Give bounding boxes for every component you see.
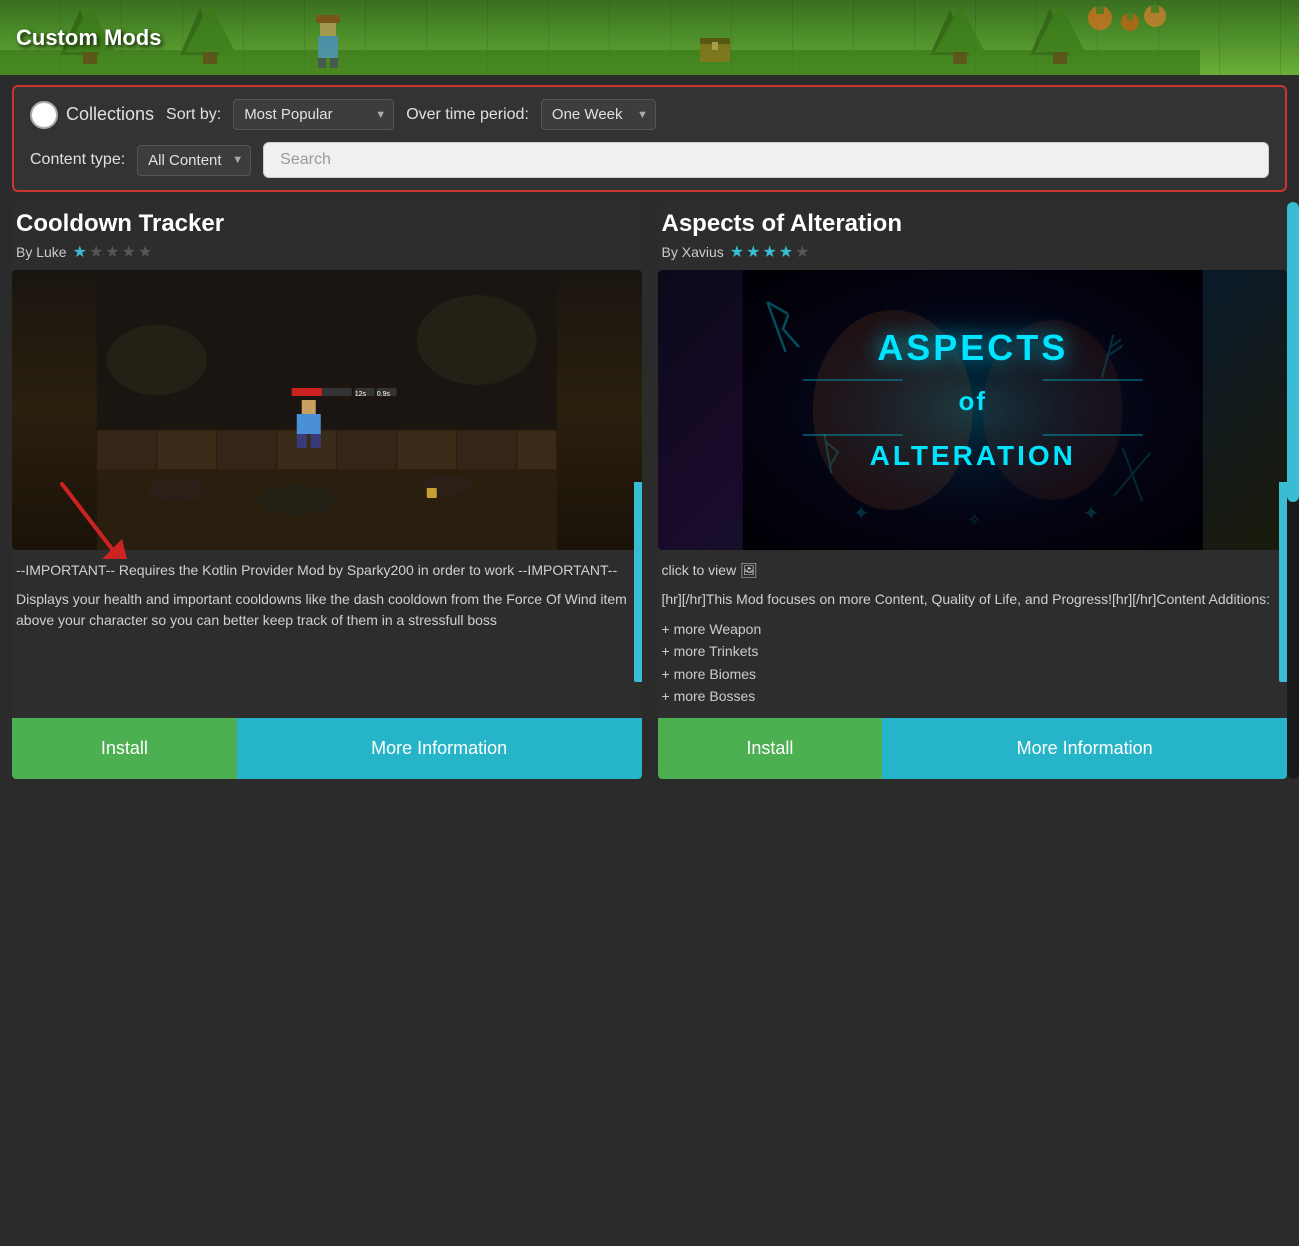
- search-input[interactable]: [263, 142, 1269, 178]
- card-buttons-cooldown: Install More Information: [12, 718, 642, 779]
- star-a3: ★: [762, 242, 776, 262]
- content-type-label: Content type:: [30, 151, 125, 169]
- scrollbar-thumb[interactable]: [1287, 202, 1299, 502]
- time-period-select-wrapper[interactable]: One Week One Month All Time: [541, 99, 656, 130]
- mod-author-text-cooldown: By Luke: [16, 244, 67, 260]
- svg-text:✦: ✦: [1082, 503, 1099, 525]
- collections-label: Collections: [66, 104, 154, 125]
- star-1: ★: [73, 242, 87, 262]
- mod-image-cooldown: 12s 0.9s: [12, 270, 642, 550]
- svg-text:✦: ✦: [852, 503, 869, 525]
- more-info-button-aspects[interactable]: More Information: [882, 718, 1287, 779]
- filter-row-2: Content type: All Content Mods Collectio…: [30, 142, 1269, 178]
- svg-text:✧: ✧: [967, 512, 980, 529]
- card-accent-cooldown: [634, 482, 642, 682]
- list-item-3: + more Biomes: [662, 663, 1284, 685]
- svg-text:0.9s: 0.9s: [377, 391, 391, 398]
- svg-text:ASPECTS: ASPECTS: [877, 327, 1068, 368]
- header-banner: Custom Mods: [0, 0, 1299, 75]
- mod-desc-important: --IMPORTANT-- Requires the Kotlin Provid…: [16, 560, 638, 581]
- content-type-select-wrapper[interactable]: All Content Mods Collections: [137, 145, 251, 176]
- star-3: ★: [105, 242, 119, 262]
- more-info-button-cooldown[interactable]: More Information: [237, 718, 642, 779]
- mod-card-aspects: Aspects of Alteration By Xavius ★ ★ ★ ★ …: [658, 202, 1288, 779]
- svg-text:of: of: [958, 386, 987, 416]
- collections-toggle[interactable]: Collections: [30, 101, 154, 129]
- star-a5: ★: [795, 242, 809, 262]
- svg-text:12s: 12s: [355, 391, 367, 398]
- time-period-select[interactable]: One Week One Month All Time: [541, 99, 656, 130]
- star-a1: ★: [730, 242, 744, 262]
- cooldown-scene-svg: 12s 0.9s: [12, 270, 642, 550]
- mods-grid: Cooldown Tracker By Luke ★ ★ ★ ★ ★: [12, 202, 1287, 779]
- filter-bar: Collections Sort by: Most Popular Newest…: [12, 85, 1287, 192]
- mod-desc-list: + more Weapon + more Trinkets + more Bio…: [662, 618, 1284, 708]
- content-type-select[interactable]: All Content Mods Collections: [137, 145, 251, 176]
- install-button-cooldown[interactable]: Install: [12, 718, 237, 779]
- star-4: ★: [122, 242, 136, 262]
- mod-description-aspects: click to view 🖼 [hr][/hr]This Mod focuse…: [658, 550, 1288, 718]
- mod-title-cooldown: Cooldown Tracker: [16, 202, 638, 240]
- mod-author-aspects: By Xavius ★ ★ ★ ★ ★: [662, 240, 1284, 270]
- filter-row-1: Collections Sort by: Most Popular Newest…: [30, 99, 1269, 130]
- card-buttons-aspects: Install More Information: [658, 718, 1288, 779]
- sort-by-select[interactable]: Most Popular Newest Most Downloaded Top …: [233, 99, 394, 130]
- sort-by-select-wrapper[interactable]: Most Popular Newest Most Downloaded Top …: [233, 99, 394, 130]
- star-a4: ★: [779, 242, 793, 262]
- mod-desc-body: Displays your health and important coold…: [16, 589, 638, 631]
- mod-title-aspects: Aspects of Alteration: [662, 202, 1284, 240]
- mod-image-aspects: ᚱ ᚠ ᚦ ᚷ ASPECTS of ALTERATION: [658, 270, 1288, 550]
- time-period-label: Over time period:: [406, 106, 529, 124]
- list-item-4: + more Bosses: [662, 685, 1284, 707]
- content-area: Cooldown Tracker By Luke ★ ★ ★ ★ ★: [0, 202, 1299, 779]
- svg-text:ALTERATION: ALTERATION: [869, 440, 1075, 471]
- mod-desc-intro: [hr][/hr]This Mod focuses on more Conten…: [662, 589, 1284, 610]
- mod-desc-click: click to view 🖼: [662, 560, 1284, 581]
- star-2: ★: [89, 242, 103, 262]
- header-decoration: [0, 0, 1200, 75]
- list-item-2: + more Trinkets: [662, 640, 1284, 662]
- mod-author-cooldown: By Luke ★ ★ ★ ★ ★: [16, 240, 638, 270]
- mod-description-cooldown: --IMPORTANT-- Requires the Kotlin Provid…: [12, 550, 642, 718]
- mod-stars-aspects: ★ ★ ★ ★ ★: [730, 242, 810, 262]
- aspects-scene-svg: ᚱ ᚠ ᚦ ᚷ ASPECTS of ALTERATION: [658, 270, 1288, 550]
- card-accent-aspects: [1279, 482, 1287, 682]
- install-button-aspects[interactable]: Install: [658, 718, 883, 779]
- star-a2: ★: [746, 242, 760, 262]
- mod-card-cooldown: Cooldown Tracker By Luke ★ ★ ★ ★ ★: [12, 202, 642, 779]
- mod-stars-cooldown: ★ ★ ★ ★ ★: [73, 242, 153, 262]
- mod-author-text-aspects: By Xavius: [662, 244, 724, 260]
- scrollbar-track: [1287, 202, 1299, 779]
- app-title: Custom Mods: [16, 25, 161, 51]
- sort-by-label: Sort by:: [166, 106, 221, 124]
- star-5: ★: [138, 242, 152, 262]
- list-item-1: + more Weapon: [662, 618, 1284, 640]
- toggle-circle[interactable]: [30, 101, 58, 129]
